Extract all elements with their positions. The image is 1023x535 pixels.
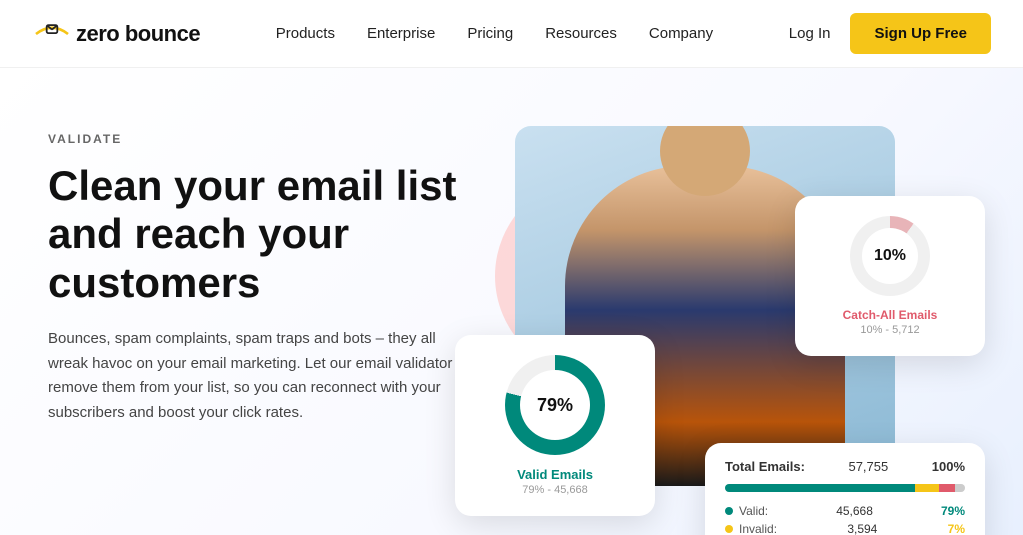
hero-title: Clean your email list and reach your cus… [48,162,475,307]
nav-actions: Log In Sign Up Free [789,13,991,54]
stats-total-label: Total Emails: [725,459,805,474]
signup-button[interactable]: Sign Up Free [850,13,991,54]
invalid-dot [725,525,733,533]
progress-valid [725,484,915,492]
nav-products[interactable]: Products [276,25,335,42]
login-link[interactable]: Log In [789,25,831,42]
logo-icon [32,18,72,50]
validate-label: VALIDATE [48,132,475,146]
hero-right: 10% Catch-All Emails 10% - 5,712 79% Val… [475,116,975,535]
catchall-donut: 10% [850,216,930,296]
valid-dot [725,507,733,515]
valid-donut: 79% [505,355,605,455]
card-valid: 79% Valid Emails 79% - 45,668 [455,335,655,516]
progress-bar [725,484,965,492]
card-catchall: 10% Catch-All Emails 10% - 5,712 [795,196,985,356]
stat-valid-pct: 79% [941,504,965,518]
stats-total-value: 57,755 [848,459,888,474]
hero-section: VALIDATE Clean your email list and reach… [0,68,1023,535]
navbar: zero bounce Products Enterprise Pricing … [0,0,1023,68]
nav-company[interactable]: Company [649,25,713,42]
hero-description: Bounces, spam complaints, spam traps and… [48,327,475,426]
valid-sub: 79% - 45,668 [483,484,627,496]
progress-invalid [939,484,956,492]
stat-valid-name: Valid: [725,504,768,518]
stat-valid-value: 45,668 [836,504,873,518]
stats-header: Total Emails: 57,755 100% [725,459,965,474]
nav-links: Products Enterprise Pricing Resources Co… [276,25,713,42]
stat-invalid-pct: 7% [948,522,965,535]
nav-enterprise[interactable]: Enterprise [367,25,435,42]
logo-text: zero bounce [76,21,200,47]
logo[interactable]: zero bounce [32,18,200,50]
valid-label: Valid Emails [483,467,627,482]
stat-invalid-name: Invalid: [725,522,777,535]
catchall-percentage: 10% [874,247,906,265]
nav-resources[interactable]: Resources [545,25,617,42]
stat-invalid-value: 3,594 [847,522,877,535]
hero-left: VALIDATE Clean your email list and reach… [48,116,475,426]
catchall-sub: 10% - 5,712 [819,324,961,336]
person-head [660,126,750,196]
stat-row-invalid: Invalid: 3,594 7% [725,522,965,535]
catchall-label: Catch-All Emails [819,308,961,322]
card-stats: Total Emails: 57,755 100% Valid: 45,668 … [705,443,985,535]
progress-catchall [915,484,939,492]
progress-other [955,484,965,492]
valid-percentage: 79% [537,395,573,416]
stat-row-valid: Valid: 45,668 79% [725,504,965,518]
nav-pricing[interactable]: Pricing [467,25,513,42]
stats-total-pct: 100% [932,459,965,474]
